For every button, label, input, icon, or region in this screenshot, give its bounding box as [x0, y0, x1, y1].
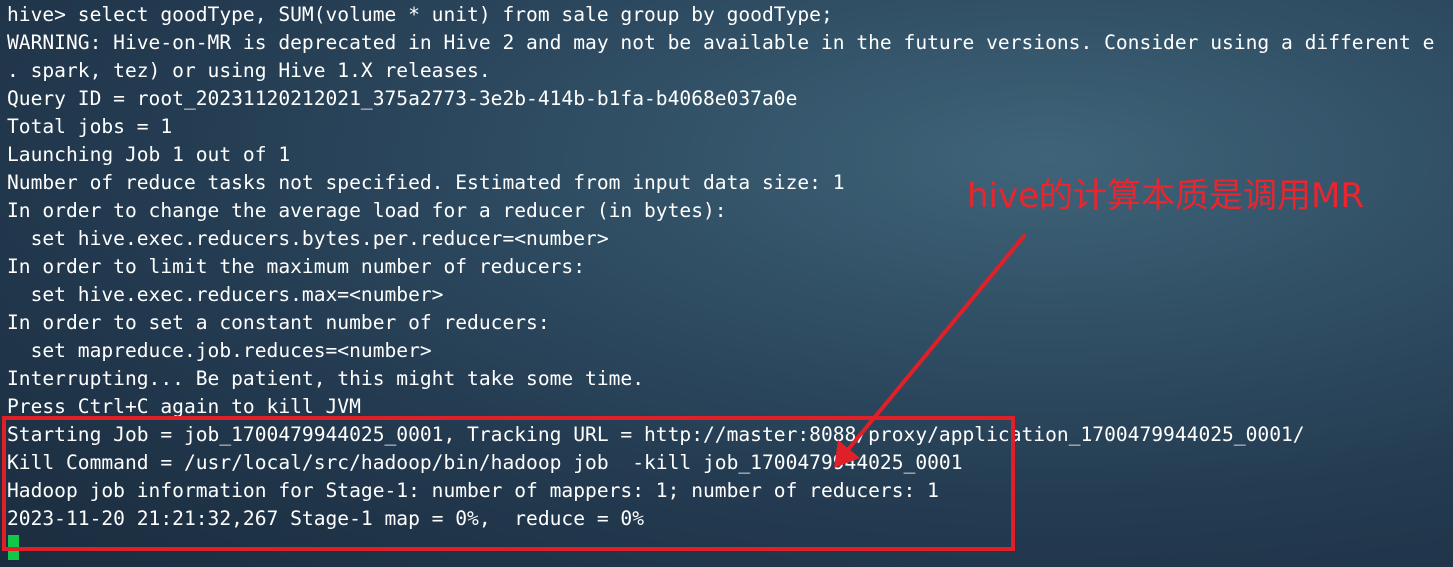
terminal-line-set-max: set hive.exec.reducers.max=<number>	[7, 283, 444, 306]
highlight-box	[2, 416, 1015, 551]
terminal-line-warning: WARNING: Hive-on-MR is deprecated in Hiv…	[7, 31, 1435, 54]
terminal-line-launching-job: Launching Job 1 out of 1	[7, 143, 291, 166]
annotation-label: hive的计算本质是调用MR	[967, 176, 1364, 216]
terminal-line-interrupting: Interrupting... Be patient, this might t…	[7, 367, 645, 390]
terminal-line-query-id: Query ID = root_20231120212021_375a2773-…	[7, 87, 798, 110]
terminal-line-set-bytes: set hive.exec.reducers.bytes.per.reducer…	[7, 227, 609, 250]
terminal-line-warning-cont: . spark, tez) or using Hive 1.X releases…	[7, 59, 491, 82]
terminal-line-set-reduces: set mapreduce.job.reduces=<number>	[7, 339, 432, 362]
terminal-line-hive-query: hive> select goodType, SUM(volume * unit…	[7, 3, 833, 26]
terminal-line-total-jobs: Total jobs = 1	[7, 115, 173, 138]
terminal-line-constant-reducers: In order to set a constant number of red…	[7, 311, 550, 334]
terminal-line-limit-reducers: In order to limit the maximum number of …	[7, 255, 586, 278]
